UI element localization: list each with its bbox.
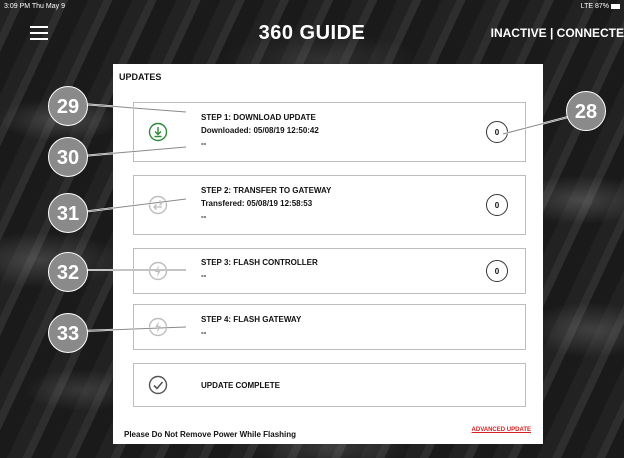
callout-29: 29 [48, 86, 88, 126]
flash-icon [148, 261, 168, 281]
step-transfer-gateway[interactable]: STEP 2: TRANSFER TO GATEWAY Transfered: … [133, 175, 526, 235]
flash-icon [148, 317, 168, 337]
signal-label: LTE 87% [580, 3, 609, 10]
check-icon [148, 375, 168, 395]
callout-30: 30 [48, 137, 88, 177]
advanced-update-link[interactable]: ADVANCED UPDATE [472, 427, 531, 433]
panel-title: UPDATES [119, 72, 162, 82]
status-time: 3:09 PM Thu May 9 [4, 3, 65, 10]
updates-panel: UPDATES STEP 1: DOWNLOAD UPDATE Download… [113, 64, 543, 444]
step-title: STEP 1: DOWNLOAD UPDATE [201, 113, 316, 122]
step-download-update[interactable]: STEP 1: DOWNLOAD UPDATE Downloaded: 05/0… [133, 102, 526, 162]
step-extra: -- [201, 212, 207, 221]
footer-note: Please Do Not Remove Power While Flashin… [124, 430, 297, 439]
step-extra: -- [201, 328, 207, 337]
step-detail: Transfered: 05/08/19 12:58:53 [201, 199, 313, 208]
count-badge: 0 [486, 260, 508, 282]
transfer-icon [148, 195, 168, 215]
step-text: STEP 2: TRANSFER TO GATEWAY Transfered: … [201, 184, 331, 223]
step-text: STEP 3: FLASH CONTROLLER -- [201, 256, 318, 282]
step-extra: -- [201, 271, 207, 280]
app-header: 360 GUIDE INACTIVE | CONNECTE [0, 14, 624, 52]
callout-32: 32 [48, 252, 88, 292]
step-title: UPDATE COMPLETE [201, 381, 280, 390]
step-text: UPDATE COMPLETE [201, 379, 280, 392]
step-extra: -- [201, 139, 207, 148]
step-flash-gateway[interactable]: STEP 4: FLASH GATEWAY -- [133, 304, 526, 350]
status-signal: LTE 87% [581, 0, 620, 14]
step-text: STEP 4: FLASH GATEWAY -- [201, 313, 301, 339]
callout-31: 31 [48, 193, 88, 233]
count-badge: 0 [486, 194, 508, 216]
status-bar: 3:09 PM Thu May 9 LTE 87% [0, 0, 624, 14]
step-title: STEP 4: FLASH GATEWAY [201, 315, 302, 324]
step-title: STEP 3: FLASH CONTROLLER [201, 258, 318, 267]
connection-status: INACTIVE | CONNECTE [490, 26, 624, 40]
step-text: STEP 1: DOWNLOAD UPDATE Downloaded: 05/0… [201, 111, 319, 150]
download-check-icon [148, 122, 168, 142]
battery-icon [611, 3, 620, 9]
callout-28: 28 [566, 91, 606, 131]
callout-33: 33 [48, 313, 88, 353]
step-detail: Downloaded: 05/08/19 12:50:42 [201, 126, 319, 135]
step-update-complete[interactable]: UPDATE COMPLETE [133, 363, 526, 407]
step-flash-controller[interactable]: STEP 3: FLASH CONTROLLER -- 0 [133, 248, 526, 294]
step-title: STEP 2: TRANSFER TO GATEWAY [201, 186, 332, 195]
count-badge: 0 [486, 121, 508, 143]
